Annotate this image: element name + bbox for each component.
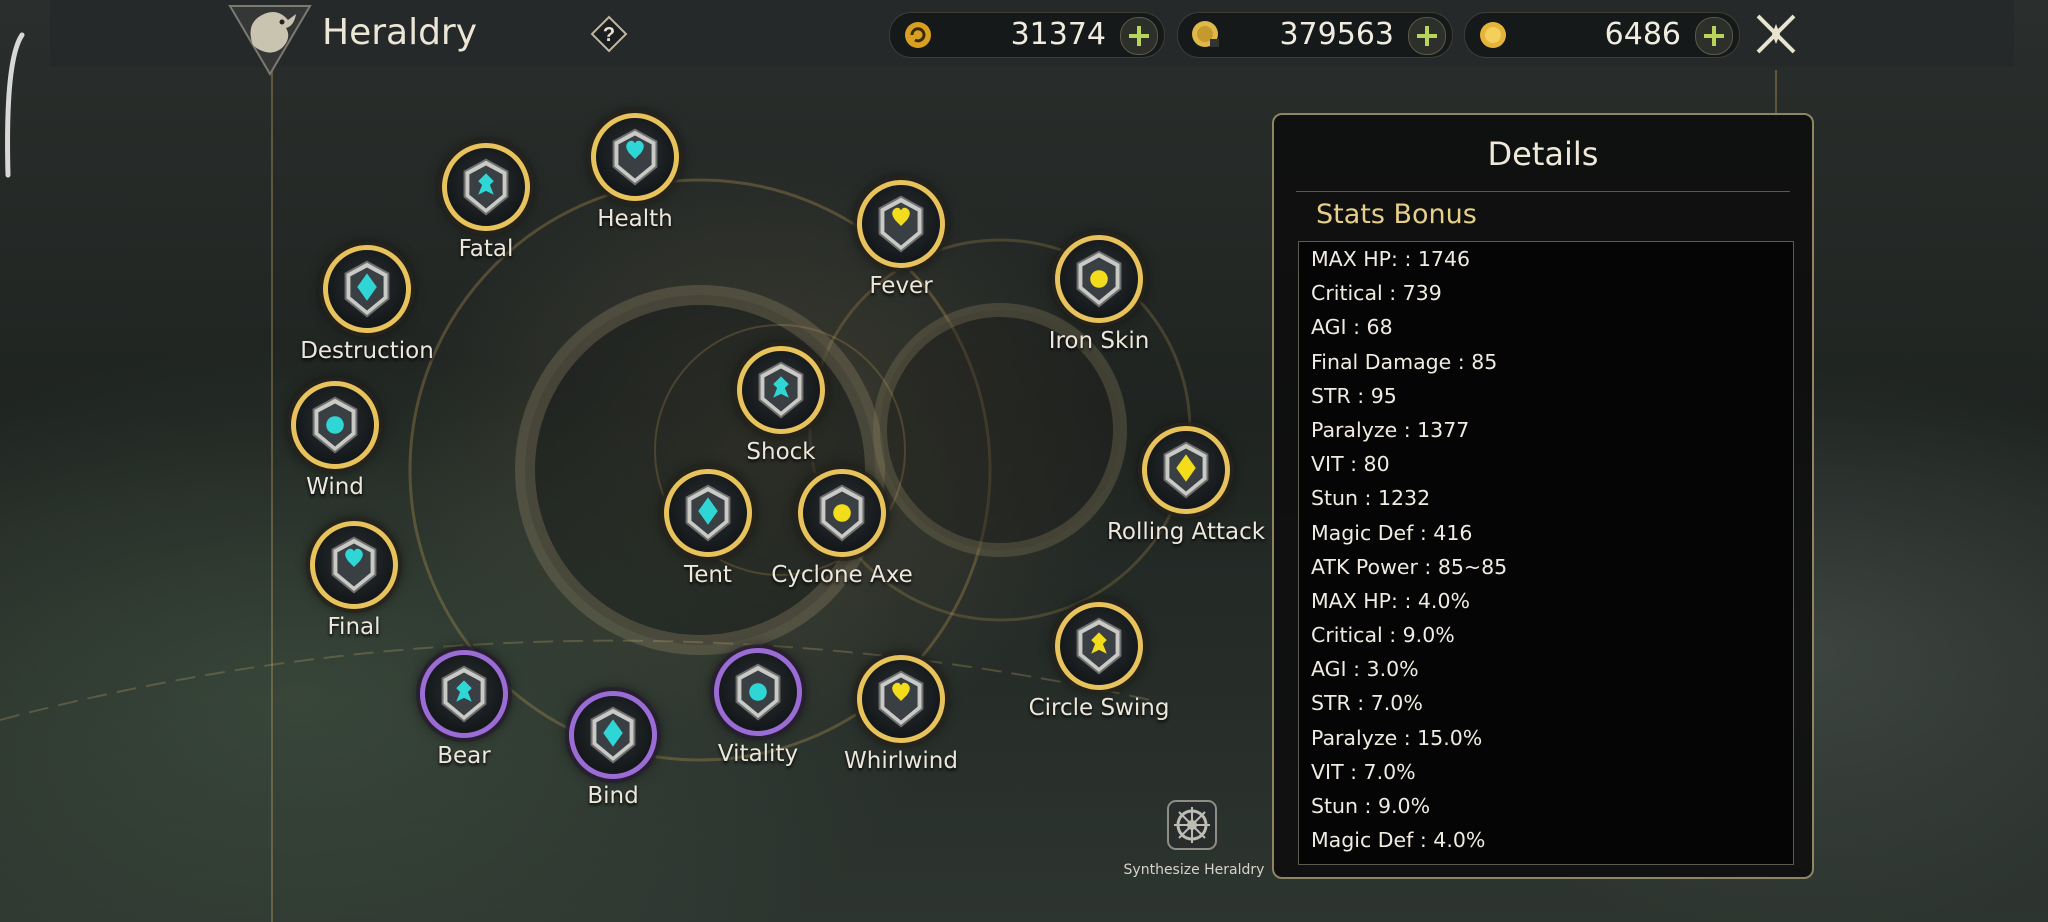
stat-row: VIT : 7.0% [1311,759,1416,784]
synthesize-label: Synthesize Heraldry [1123,862,1265,878]
refresh-coin-icon [902,19,934,51]
currency-value: 31374 [1010,17,1106,52]
stat-row: AGI : 68 [1311,315,1393,340]
close-button[interactable] [1752,10,1800,58]
heraldry-node-bear[interactable] [420,650,508,738]
heraldry-node-label: Wind [306,474,364,500]
currency-value: 6486 [1604,17,1681,52]
heraldry-node-vitality[interactable] [714,648,802,736]
stat-row: Magic Def : 4.0% [1311,828,1486,853]
currency-gold: 6486 [1464,12,1740,58]
heraldry-node-label: Bind [587,783,639,809]
divider [1296,191,1790,192]
details-title: Details [1487,135,1599,173]
stats-bonus-heading: Stats Bonus [1316,199,1477,230]
heraldry-node-iron-skin[interactable] [1055,235,1143,323]
heraldry-node-label: Cyclone Axe [771,562,913,588]
stat-row: Critical : 9.0% [1311,623,1455,648]
stat-row: ATK Power : 85~85 [1311,554,1508,579]
heraldry-node-wind[interactable] [291,381,379,469]
synthesize-button[interactable] [1164,797,1220,853]
stat-row: Magic Def : 416 [1311,520,1473,545]
heraldry-node-health[interactable] [591,113,679,201]
question-icon: ? [603,24,615,46]
heraldry-node-label: Bear [437,743,491,769]
add-currency-button[interactable] [1408,17,1446,55]
stat-row: Paralyze : 1377 [1311,417,1470,442]
heraldry-node-label: Circle Swing [1028,695,1170,721]
currency-value: 379563 [1279,17,1394,52]
gold-coin-icon [1477,19,1509,51]
stat-row: Stun : 1232 [1311,486,1431,511]
add-currency-button[interactable] [1120,17,1158,55]
stat-row: STR : 7.0% [1311,691,1423,716]
heraldry-node-label: Iron Skin [1048,328,1150,354]
locked-coin-icon [1190,19,1222,51]
stats-list[interactable]: MAX HP: : 1746 Critical : 739 AGI : 68 Fina… [1298,241,1794,865]
heraldry-node-fatal[interactable] [442,143,530,231]
heraldry-node-whirlwind[interactable] [857,655,945,743]
heraldry-node-label: Fatal [458,236,514,262]
details-panel: Details Stats Bonus MAX HP: : 1746 Critic… [1272,113,1814,879]
heraldry-node-label: Health [597,206,673,232]
heraldry-node-label: Destruction [300,338,434,364]
stat-row: STR : 95 [1311,383,1397,408]
heraldry-node-label: Rolling Attack [1106,519,1266,545]
page-title: Heraldry [322,12,478,53]
heraldry-node-fever[interactable] [857,180,945,268]
stat-row: Critical : 739 [1311,281,1442,306]
heraldry-node-final[interactable] [310,521,398,609]
stat-row: VIT : 80 [1311,452,1390,477]
heraldry-node-rolling-attack[interactable] [1142,426,1230,514]
currency-locked: 379563 [1177,12,1453,58]
heraldry-node-label: Tent [684,562,732,588]
heraldry-node-label: Vitality [717,741,799,767]
heraldry-node-shock[interactable] [737,346,825,434]
heraldry-node-label: Fever [869,273,933,299]
stat-row: Paralyze : 15.0% [1311,725,1483,750]
heraldry-node-label: Whirlwind [844,748,958,774]
heraldry-node-label: Shock [746,439,816,465]
stat-row: MAX HP: : 1746 [1311,247,1471,271]
heraldry-node-label: Final [327,614,381,640]
heraldry-node-destruction[interactable] [323,245,411,333]
synthesize-icon [1167,800,1217,850]
heraldry-node-cyclone-axe[interactable] [798,469,886,557]
help-button[interactable]: ? [589,14,629,54]
crossed-swords-icon [1756,14,1796,54]
add-currency-button[interactable] [1695,17,1733,55]
dragon-emblem-icon [226,2,314,78]
stat-row: Final Damage : 85 [1311,349,1498,374]
stat-row: Stun : 9.0% [1311,794,1431,818]
currency-refresh: 31374 [889,12,1165,58]
heraldry-node-tent[interactable] [664,469,752,557]
left-edge-arc [0,30,30,180]
heraldry-node-circle-swing[interactable] [1055,602,1143,690]
stat-row: AGI : 3.0% [1311,657,1419,682]
heraldry-node-bind[interactable] [569,691,657,779]
stat-row: MAX HP: : 4.0% [1311,588,1470,613]
